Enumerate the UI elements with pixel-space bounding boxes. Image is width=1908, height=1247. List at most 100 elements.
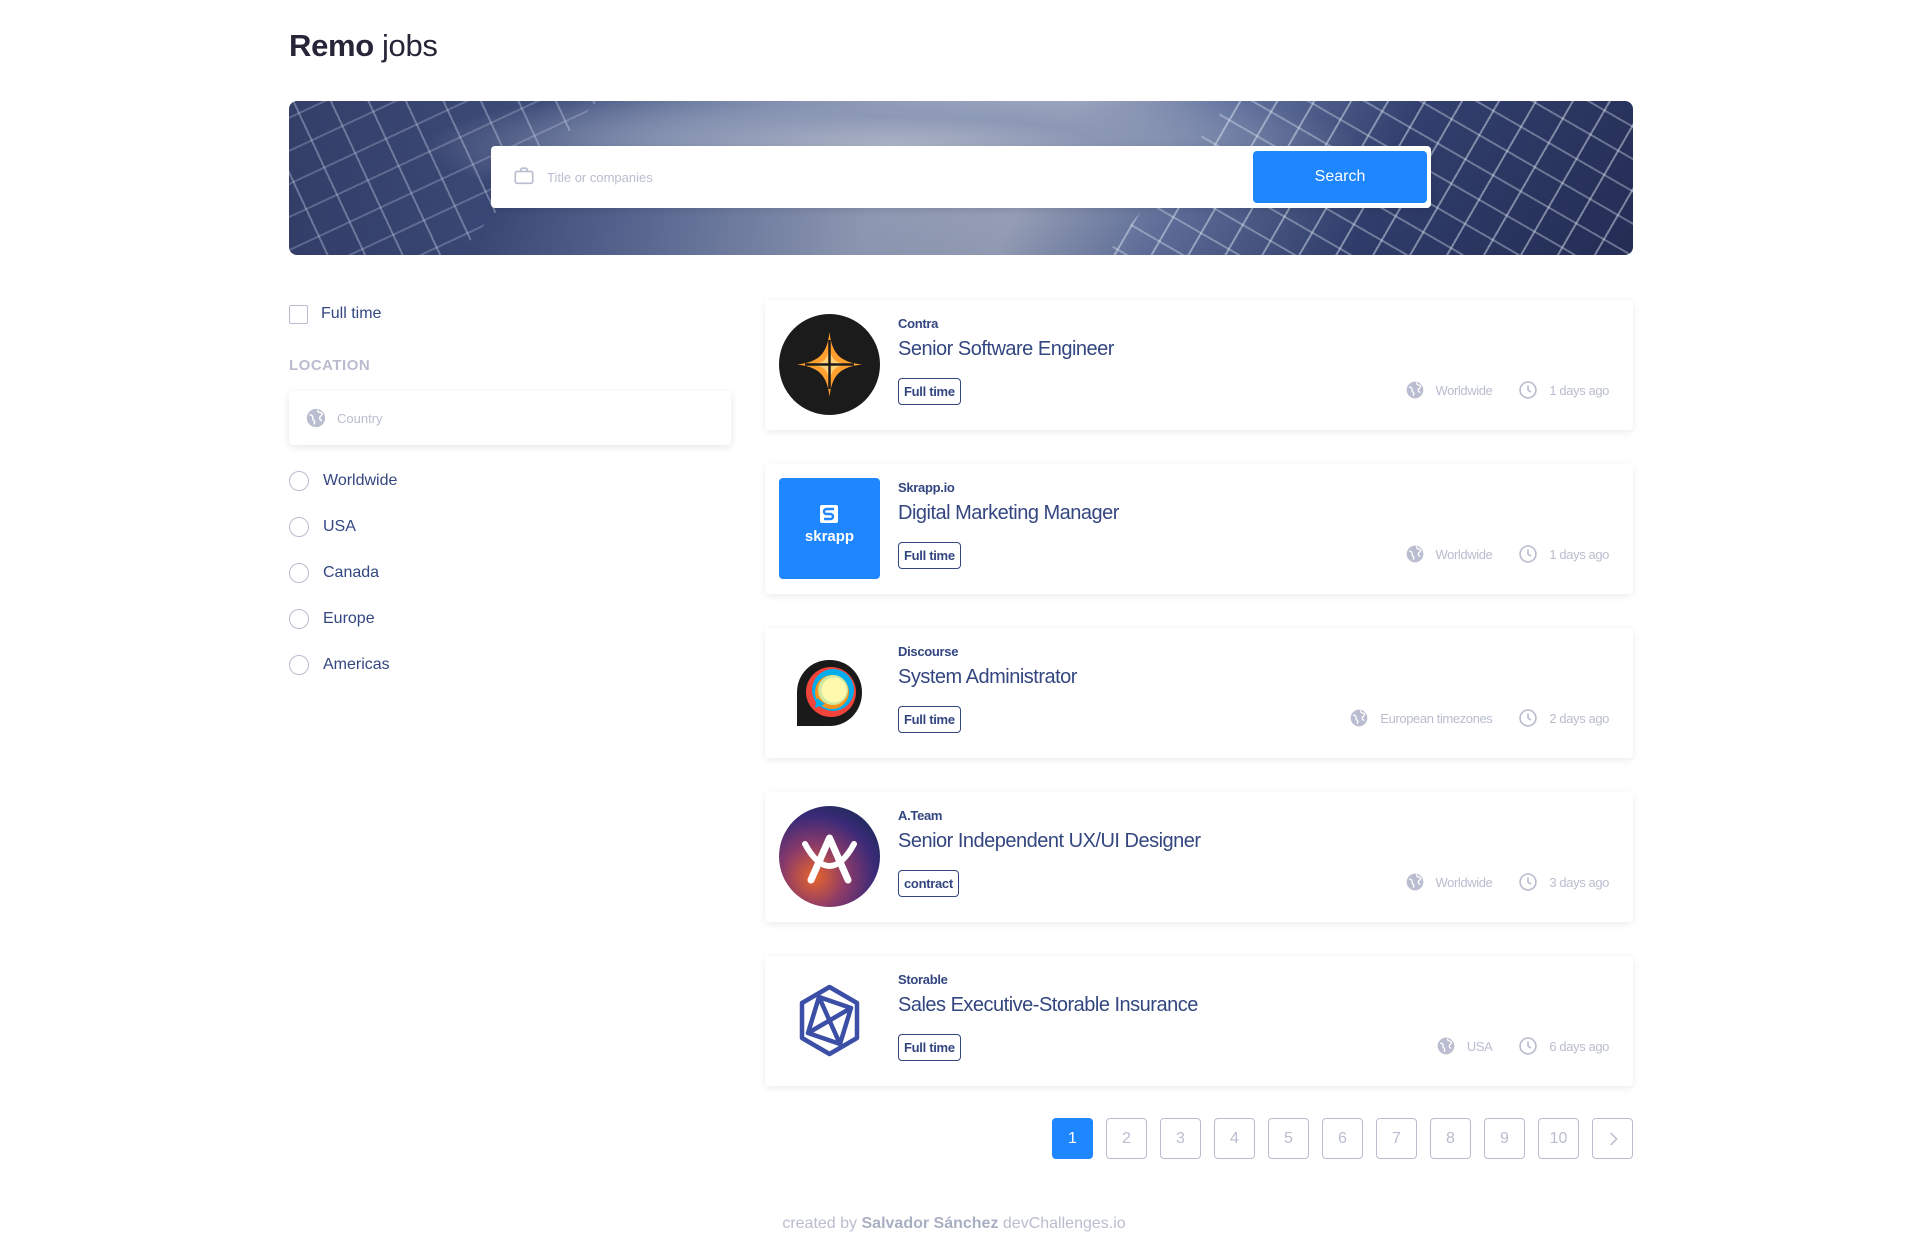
- page-button-10[interactable]: 10: [1538, 1118, 1579, 1159]
- job-title[interactable]: Senior Independent UX/UI Designer: [898, 830, 1201, 853]
- next-page-button[interactable]: [1592, 1118, 1633, 1159]
- job-posted: 3 days ago: [1518, 872, 1609, 892]
- location-options: Worldwide USA Canada Europe Americas: [289, 467, 731, 679]
- job-posted: 2 days ago: [1518, 708, 1609, 728]
- job-location-text: Worldwide: [1435, 874, 1493, 890]
- job-posted-text: 6 days ago: [1549, 1038, 1609, 1054]
- job-title[interactable]: Digital Marketing Manager: [898, 502, 1119, 525]
- job-title[interactable]: Sales Executive-Storable Insurance: [898, 994, 1198, 1017]
- globe-icon: [1406, 873, 1423, 891]
- footer-suffix[interactable]: devChallenges.io: [1003, 1215, 1126, 1232]
- company-name: Skrapp.io: [898, 480, 955, 495]
- skrapp-logo-text: skrapp: [804, 528, 855, 545]
- filters-sidebar: Full time LOCATION Worldwide USA Canada …: [289, 300, 731, 697]
- location-option-europe[interactable]: Europe: [289, 605, 731, 633]
- ateam-logo: [779, 806, 880, 907]
- job-card[interactable]: Discourse System Administrator Full time…: [765, 628, 1633, 758]
- country-field[interactable]: [289, 391, 731, 445]
- pagination: 1 2 3 4 5 6 7 8 9 10: [1039, 1118, 1633, 1159]
- page-button-1[interactable]: 1: [1052, 1118, 1093, 1159]
- company-name: Storable: [898, 972, 948, 987]
- location-option-americas[interactable]: Americas: [289, 651, 731, 679]
- company-name: Contra: [898, 316, 939, 331]
- globe-icon: [306, 408, 326, 428]
- job-location: Worldwide: [1405, 380, 1493, 400]
- radio-button[interactable]: [289, 471, 309, 491]
- chevron-right-icon: [1609, 1131, 1618, 1146]
- job-title[interactable]: System Administrator: [898, 666, 1077, 689]
- radio-button[interactable]: [289, 517, 309, 537]
- full-time-checkbox[interactable]: [289, 304, 308, 324]
- location-option-label: Americas: [323, 656, 390, 673]
- job-location-text: European timezones: [1380, 710, 1493, 726]
- job-location: Worldwide: [1405, 544, 1493, 564]
- page-button-6[interactable]: 6: [1322, 1118, 1363, 1159]
- radio-button[interactable]: [289, 563, 309, 583]
- globe-icon: [1406, 545, 1423, 563]
- job-type-badge: Full time: [898, 378, 961, 405]
- job-posted: 1 days ago: [1518, 544, 1609, 564]
- page-button-7[interactable]: 7: [1376, 1118, 1417, 1159]
- job-posted: 1 days ago: [1518, 380, 1609, 400]
- clock-icon: [1519, 381, 1538, 399]
- job-location-text: USA: [1466, 1038, 1493, 1054]
- country-input[interactable]: [337, 401, 707, 435]
- clock-icon: [1519, 709, 1538, 727]
- job-list: Contra Senior Software Engineer Full tim…: [765, 300, 1633, 1120]
- job-meta: European timezones 2 days ago: [1323, 708, 1609, 728]
- page-button-8[interactable]: 8: [1430, 1118, 1471, 1159]
- job-location-text: Worldwide: [1435, 382, 1493, 398]
- location-option-worldwide[interactable]: Worldwide: [289, 467, 731, 495]
- page-button-5[interactable]: 5: [1268, 1118, 1309, 1159]
- globe-icon: [1437, 1037, 1455, 1055]
- job-posted-text: 2 days ago: [1549, 710, 1609, 726]
- job-type-badge: Full time: [898, 542, 961, 569]
- full-time-filter[interactable]: Full time: [289, 300, 731, 328]
- radio-button[interactable]: [289, 609, 309, 629]
- globe-icon: [1351, 709, 1368, 727]
- job-posted-text: 1 days ago: [1549, 382, 1609, 398]
- job-meta: Worldwide 1 days ago: [1379, 544, 1609, 564]
- radio-button[interactable]: [289, 655, 309, 675]
- contra-logo: [779, 314, 880, 415]
- clock-icon: [1519, 873, 1538, 891]
- location-option-label: Europe: [323, 610, 375, 627]
- footer-prefix: created by: [782, 1215, 858, 1232]
- footer-author[interactable]: Salvador Sánchez: [862, 1215, 999, 1232]
- storable-logo: [779, 970, 880, 1071]
- footer: created by Salvador Sánchez devChallenge…: [0, 1215, 1908, 1233]
- company-name: Discourse: [898, 644, 959, 659]
- briefcase-icon: [514, 167, 534, 185]
- search-input[interactable]: [547, 160, 1227, 194]
- job-card[interactable]: A.Team Senior Independent UX/UI Designer…: [765, 792, 1633, 922]
- job-card[interactable]: Storable Sales Executive-Storable Insura…: [765, 956, 1633, 1086]
- job-title[interactable]: Senior Software Engineer: [898, 338, 1114, 361]
- page-button-9[interactable]: 9: [1484, 1118, 1525, 1159]
- job-card[interactable]: skrapp Skrapp.io Digital Marketing Manag…: [765, 464, 1633, 594]
- job-posted-text: 3 days ago: [1549, 874, 1609, 890]
- location-option-label: Worldwide: [323, 472, 398, 489]
- job-posted-text: 1 days ago: [1549, 546, 1609, 562]
- clock-icon: [1519, 545, 1538, 563]
- job-location: USA: [1436, 1036, 1493, 1056]
- skrapp-logo: skrapp: [779, 478, 880, 579]
- location-option-usa[interactable]: USA: [289, 513, 731, 541]
- app-logo[interactable]: Remo jobs: [289, 28, 438, 64]
- location-option-label: Canada: [323, 564, 380, 581]
- page-button-2[interactable]: 2: [1106, 1118, 1147, 1159]
- globe-icon: [1406, 381, 1423, 399]
- job-card[interactable]: Contra Senior Software Engineer Full tim…: [765, 300, 1633, 430]
- discourse-logo: [779, 642, 880, 743]
- full-time-label: Full time: [321, 305, 382, 322]
- job-meta: Worldwide 1 days ago: [1379, 380, 1609, 400]
- location-option-canada[interactable]: Canada: [289, 559, 731, 587]
- job-location: Worldwide: [1405, 872, 1493, 892]
- location-option-label: USA: [323, 518, 356, 535]
- search-button[interactable]: Search: [1253, 151, 1427, 203]
- page-button-3[interactable]: 3: [1160, 1118, 1201, 1159]
- location-title: LOCATION: [289, 357, 371, 374]
- job-location-text: Worldwide: [1435, 546, 1493, 562]
- job-meta: Worldwide 3 days ago: [1379, 872, 1609, 892]
- page-button-4[interactable]: 4: [1214, 1118, 1255, 1159]
- job-type-badge: contract: [898, 870, 959, 897]
